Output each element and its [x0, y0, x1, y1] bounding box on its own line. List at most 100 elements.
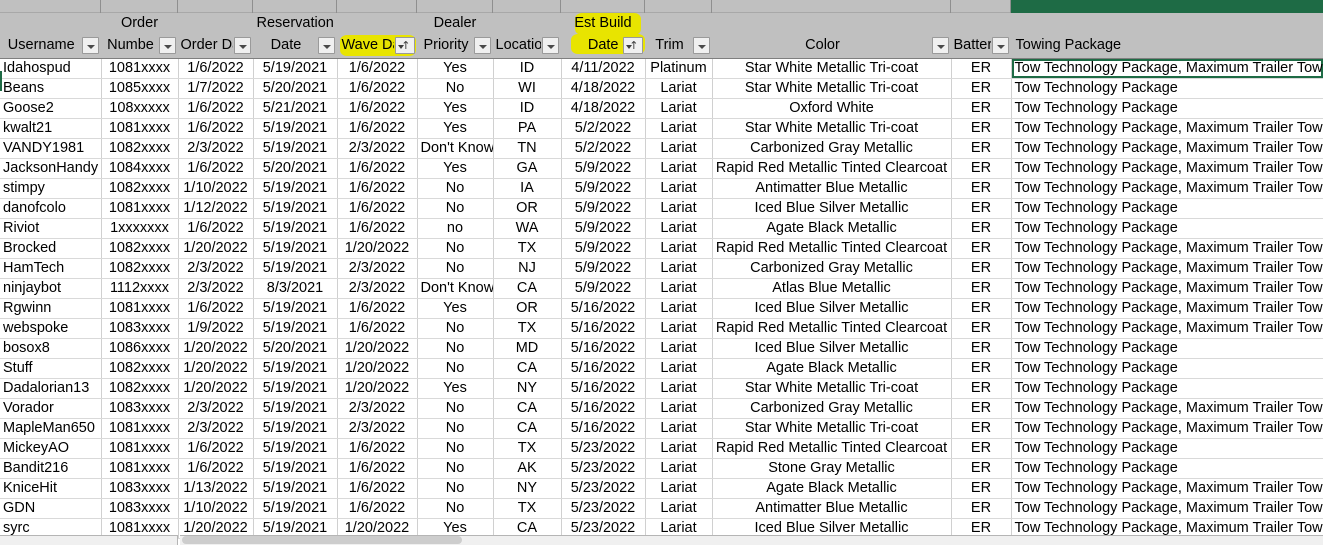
cell-trim[interactable]: Lariat: [645, 238, 712, 258]
cell-towing_package[interactable]: Tow Technology Package, Maximum Trailer …: [1011, 178, 1323, 198]
cell-est_build_date[interactable]: 5/9/2022: [561, 218, 645, 238]
cell-dealer_priority[interactable]: Don't Know: [417, 138, 493, 158]
cell-est_build_date[interactable]: 5/16/2022: [561, 298, 645, 318]
cell-battery[interactable]: ER: [951, 198, 1011, 218]
cell-wave_date[interactable]: 1/6/2022: [337, 438, 417, 458]
cell-wave_date[interactable]: 1/20/2022: [337, 378, 417, 398]
cell-order_date[interactable]: 2/3/2022: [178, 278, 253, 298]
cell-towing_package[interactable]: Tow Technology Package, Maximum Trailer …: [1011, 58, 1323, 78]
filter-dropdown-username[interactable]: [82, 37, 99, 54]
cell-order_number[interactable]: 1081xxxx: [101, 458, 178, 478]
cell-location[interactable]: GA: [493, 158, 561, 178]
cell-color[interactable]: Star White Metallic Tri-coat: [712, 78, 951, 98]
column-header-dealer-priority[interactable]: Priority: [417, 34, 493, 58]
cell-trim[interactable]: Lariat: [645, 178, 712, 198]
cell-est_build_date[interactable]: 5/9/2022: [561, 278, 645, 298]
table-row[interactable]: ninjaybot1112xxxx2/3/20228/3/20212/3/202…: [0, 278, 1323, 298]
cell-battery[interactable]: ER: [951, 98, 1011, 118]
cell-trim[interactable]: Lariat: [645, 78, 712, 98]
cell-username[interactable]: kwalt21: [0, 118, 101, 138]
cell-reservation_date[interactable]: 5/19/2021: [253, 238, 337, 258]
cell-wave_date[interactable]: 1/20/2022: [337, 238, 417, 258]
cell-wave_date[interactable]: 2/3/2022: [337, 398, 417, 418]
table-row[interactable]: KniceHit1083xxxx1/13/20225/19/20211/6/20…: [0, 478, 1323, 498]
table-row[interactable]: HamTech1082xxxx2/3/20225/19/20212/3/2022…: [0, 258, 1323, 278]
cell-color[interactable]: Stone Gray Metallic: [712, 458, 951, 478]
cell-est_build_date[interactable]: 5/16/2022: [561, 418, 645, 438]
cell-battery[interactable]: ER: [951, 258, 1011, 278]
cell-color[interactable]: Antimatter Blue Metallic: [712, 178, 951, 198]
cell-location[interactable]: TX: [493, 438, 561, 458]
cell-order_date[interactable]: 1/6/2022: [178, 118, 253, 138]
cell-username[interactable]: Riviot: [0, 218, 101, 238]
column-header-est-build-date[interactable]: Date ↑: [561, 34, 645, 58]
cell-dealer_priority[interactable]: Yes: [417, 158, 493, 178]
cell-trim[interactable]: Lariat: [645, 198, 712, 218]
cell-location[interactable]: AK: [493, 458, 561, 478]
filter-dropdown-color[interactable]: [932, 37, 949, 54]
cell-towing_package[interactable]: Tow Technology Package: [1011, 458, 1323, 478]
cell-order_date[interactable]: 1/6/2022: [178, 58, 253, 78]
cell-est_build_date[interactable]: 5/23/2022: [561, 458, 645, 478]
cell-username[interactable]: KniceHit: [0, 478, 101, 498]
cell-dealer_priority[interactable]: Yes: [417, 58, 493, 78]
cell-trim[interactable]: Lariat: [645, 498, 712, 518]
cell-username[interactable]: Rgwinn: [0, 298, 101, 318]
table-row[interactable]: Vorador1083xxxx2/3/20225/19/20212/3/2022…: [0, 398, 1323, 418]
cell-color[interactable]: Agate Black Metallic: [712, 218, 951, 238]
cell-location[interactable]: IA: [493, 178, 561, 198]
cell-color[interactable]: Carbonized Gray Metallic: [712, 398, 951, 418]
cell-battery[interactable]: ER: [951, 398, 1011, 418]
cell-est_build_date[interactable]: 4/18/2022: [561, 78, 645, 98]
cell-location[interactable]: PA: [493, 118, 561, 138]
column-header-username[interactable]: Username: [0, 34, 101, 58]
cell-order_number[interactable]: 1112xxxx: [101, 278, 178, 298]
cell-reservation_date[interactable]: 5/20/2021: [253, 78, 337, 98]
cell-location[interactable]: TX: [493, 238, 561, 258]
cell-dealer_priority[interactable]: No: [417, 178, 493, 198]
cell-est_build_date[interactable]: 5/16/2022: [561, 398, 645, 418]
filter-dropdown-order-date[interactable]: [234, 37, 251, 54]
cell-trim[interactable]: Lariat: [645, 478, 712, 498]
cell-est_build_date[interactable]: 5/16/2022: [561, 318, 645, 338]
cell-est_build_date[interactable]: 5/16/2022: [561, 358, 645, 378]
cell-wave_date[interactable]: 1/6/2022: [337, 318, 417, 338]
cell-order_date[interactable]: 1/10/2022: [178, 498, 253, 518]
cell-order_date[interactable]: 2/3/2022: [178, 398, 253, 418]
cell-battery[interactable]: ER: [951, 438, 1011, 458]
cell-est_build_date[interactable]: 5/23/2022: [561, 478, 645, 498]
cell-order_date[interactable]: 1/6/2022: [178, 158, 253, 178]
cell-username[interactable]: HamTech: [0, 258, 101, 278]
filter-dropdown-location[interactable]: [542, 37, 559, 54]
cell-wave_date[interactable]: 2/3/2022: [337, 258, 417, 278]
column-header-order-number[interactable]: Numbe: [101, 34, 178, 58]
cell-order_number[interactable]: 1086xxxx: [101, 338, 178, 358]
cell-location[interactable]: OR: [493, 198, 561, 218]
table-row[interactable]: Brocked1082xxxx1/20/20225/19/20211/20/20…: [0, 238, 1323, 258]
cell-reservation_date[interactable]: 5/19/2021: [253, 398, 337, 418]
cell-reservation_date[interactable]: 5/19/2021: [253, 458, 337, 478]
cell-username[interactable]: bosox8: [0, 338, 101, 358]
cell-est_build_date[interactable]: 5/2/2022: [561, 138, 645, 158]
cell-username[interactable]: stimpy: [0, 178, 101, 198]
cell-battery[interactable]: ER: [951, 278, 1011, 298]
cell-battery[interactable]: ER: [951, 378, 1011, 398]
cell-color[interactable]: Star White Metallic Tri-coat: [712, 58, 951, 78]
cell-battery[interactable]: ER: [951, 298, 1011, 318]
cell-est_build_date[interactable]: 4/11/2022: [561, 58, 645, 78]
cell-location[interactable]: TX: [493, 318, 561, 338]
column-header-trim[interactable]: Trim: [645, 34, 712, 58]
table-row[interactable]: bosox81086xxxx1/20/20225/20/20211/20/202…: [0, 338, 1323, 358]
cell-order_number[interactable]: 1083xxxx: [101, 498, 178, 518]
cell-est_build_date[interactable]: 5/9/2022: [561, 198, 645, 218]
table-row[interactable]: Bandit2161081xxxx1/6/20225/19/20211/6/20…: [0, 458, 1323, 478]
cell-reservation_date[interactable]: 5/19/2021: [253, 438, 337, 458]
cell-reservation_date[interactable]: 5/19/2021: [253, 198, 337, 218]
cell-reservation_date[interactable]: 5/19/2021: [253, 498, 337, 518]
cell-reservation_date[interactable]: 5/19/2021: [253, 218, 337, 238]
cell-trim[interactable]: Lariat: [645, 358, 712, 378]
table-row[interactable]: webspoke1083xxxx1/9/20225/19/20211/6/202…: [0, 318, 1323, 338]
cell-towing_package[interactable]: Tow Technology Package, Maximum Trailer …: [1011, 258, 1323, 278]
cell-trim[interactable]: Lariat: [645, 338, 712, 358]
cell-reservation_date[interactable]: 5/21/2021: [253, 98, 337, 118]
